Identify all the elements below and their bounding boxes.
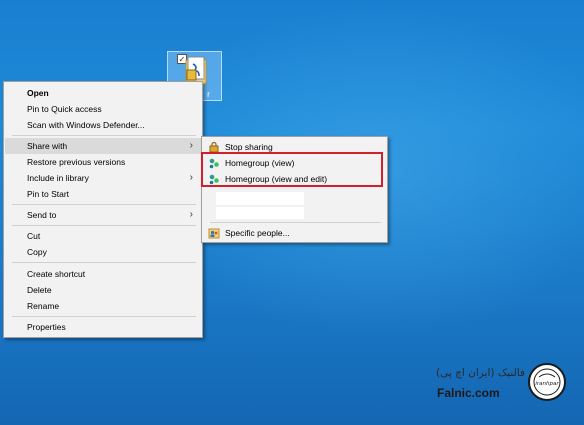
iranhp-badge-icon: iranhpar: [528, 363, 566, 401]
menu-item-label: Share with: [27, 141, 68, 151]
menu-item-share-with[interactable]: Share with ›: [5, 138, 201, 154]
menu-separator: [12, 225, 196, 226]
menu-item-pin-start[interactable]: Pin to Start: [5, 186, 201, 202]
submenu-arrow-icon: ›: [189, 209, 193, 220]
submenu-item-label: Stop sharing: [225, 142, 273, 152]
menu-item-label: Open: [27, 88, 49, 98]
watermark-brand: Falnic.com: [437, 386, 500, 400]
redacted-item: [216, 207, 304, 219]
menu-item-restore-versions[interactable]: Restore previous versions: [5, 154, 201, 170]
menu-item-send-to[interactable]: Send to ›: [5, 207, 201, 223]
menu-item-cut[interactable]: Cut: [5, 228, 201, 244]
redacted-item: [216, 192, 304, 205]
menu-item-copy[interactable]: Copy: [5, 244, 201, 260]
menu-separator: [210, 222, 381, 223]
submenu-item-specific-people[interactable]: Specific people...: [203, 225, 386, 241]
menu-separator: [12, 135, 196, 136]
badge-text: iranhpar: [535, 381, 559, 387]
menu-item-pin-quick-access[interactable]: Pin to Quick access: [5, 101, 201, 117]
menu-item-include-library[interactable]: Include in library ›: [5, 170, 201, 186]
menu-separator: [12, 262, 196, 263]
menu-item-label: Restore previous versions: [27, 157, 126, 167]
menu-item-label: Pin to Start: [27, 189, 70, 199]
menu-item-label: Properties: [27, 322, 66, 332]
context-menu: Open Pin to Quick access Scan with Windo…: [3, 81, 203, 338]
submenu-arrow-icon: ›: [189, 172, 193, 183]
highlight-annotation: [201, 152, 383, 187]
menu-item-label: Send to: [27, 210, 57, 220]
watermark-logo: فالنیک (ایران اچ پی) Falnic.com iranhpar: [435, 360, 575, 410]
menu-item-label: Copy: [27, 247, 47, 257]
menu-item-label: Rename: [27, 301, 60, 311]
menu-item-label: Include in library: [27, 173, 89, 183]
watermark-persian-text: فالنیک (ایران اچ پی): [436, 367, 525, 379]
people-icon: [208, 228, 220, 239]
submenu-arrow-icon: ›: [189, 140, 193, 151]
menu-item-properties[interactable]: Properties: [5, 319, 201, 335]
menu-item-create-shortcut[interactable]: Create shortcut: [5, 266, 201, 282]
menu-item-label: Pin to Quick access: [27, 104, 102, 114]
menu-item-label: Create shortcut: [27, 269, 86, 279]
submenu-item-label: Specific people...: [225, 228, 290, 238]
menu-item-label: Delete: [27, 285, 52, 295]
menu-separator: [12, 204, 196, 205]
menu-item-delete[interactable]: Delete: [5, 282, 201, 298]
menu-separator: [12, 316, 196, 317]
menu-item-scan-defender[interactable]: Scan with Windows Defender...: [5, 117, 201, 133]
menu-item-label: Scan with Windows Defender...: [27, 120, 145, 130]
menu-item-open[interactable]: Open: [5, 85, 201, 101]
menu-item-label: Cut: [27, 231, 41, 241]
menu-item-rename[interactable]: Rename: [5, 298, 201, 314]
